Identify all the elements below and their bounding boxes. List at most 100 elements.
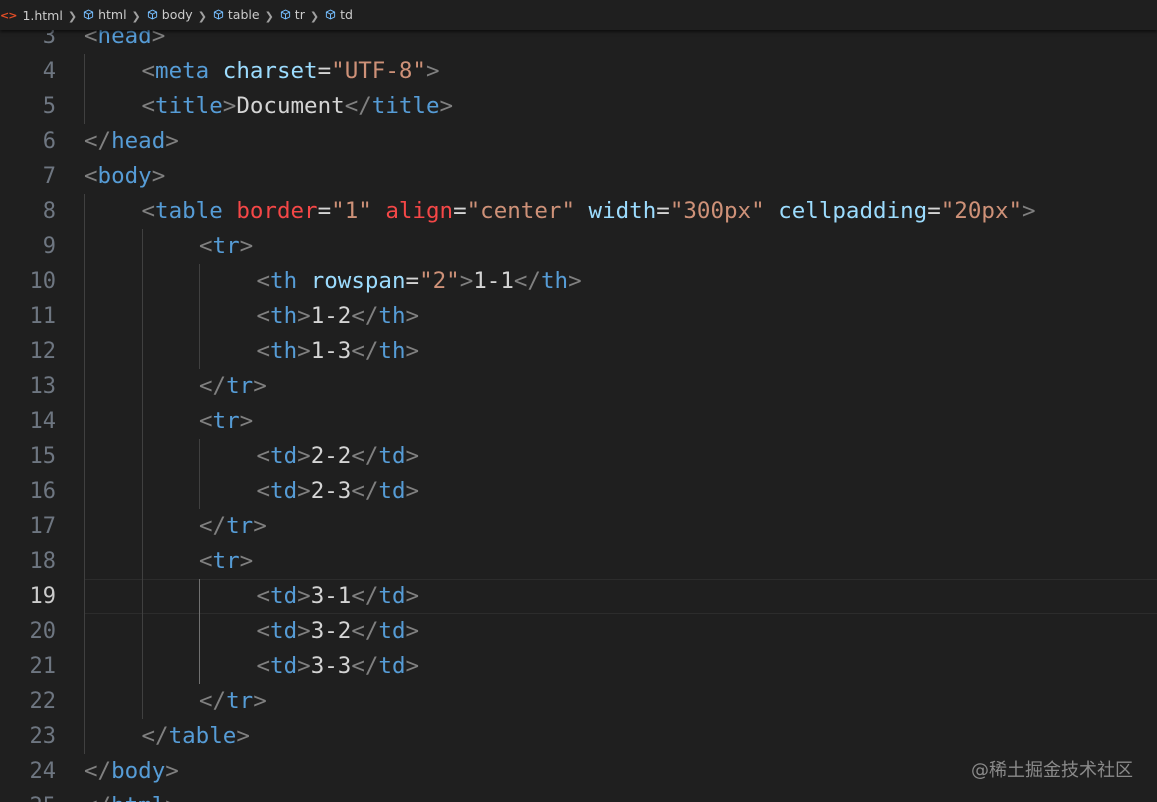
breadcrumb-item-body[interactable]: body [141,7,193,22]
line-number[interactable]: 20 [30,614,57,649]
line-number[interactable]: 12 [30,334,57,369]
code-token: < [84,163,98,189]
code-token: tr [212,233,240,259]
line-number[interactable]: 14 [30,404,57,439]
code-line[interactable]: <tr> [199,229,253,264]
line-number[interactable]: 19 [30,579,57,614]
line-number[interactable]: 5 [43,89,56,124]
indent-guide [84,194,85,754]
code-line[interactable]: <body> [84,159,165,194]
code-line[interactable]: <th rowspan="2">1-1</th> [257,264,582,299]
code-token: = [453,198,467,224]
code-token: > [236,723,250,749]
code-token: td [378,618,406,644]
code-token: < [141,198,156,224]
code-token: td [270,583,298,609]
code-token: > [405,338,420,364]
line-number[interactable]: 9 [43,229,56,264]
code-line[interactable]: </tr> [199,369,267,404]
code-line[interactable]: <tr> [199,544,253,579]
line-number[interactable]: 18 [30,544,57,579]
line-number[interactable]: 22 [30,684,57,719]
line-number[interactable]: 4 [43,54,56,89]
code-line[interactable]: <th>1-3</th> [257,334,420,369]
code-line[interactable]: <td>3-2</td> [257,614,420,649]
line-number[interactable]: 21 [30,649,57,684]
chevron-right-icon: ❯ [131,10,141,23]
indent-guide [141,229,143,719]
code-token: </ [513,268,541,294]
code-line[interactable]: <td>2-2</td> [257,439,420,474]
symbol-element-icon [213,9,224,20]
code-line[interactable]: <td>2-3</td> [257,474,420,509]
chevron-right-icon: ❯ [197,10,207,23]
breadcrumb-file[interactable]: <> 1.html [0,8,63,23]
code-token: > [165,128,179,154]
code-token: td [270,653,298,679]
line-number[interactable]: 24 [30,754,57,789]
code-token: > [439,93,454,119]
breadcrumb-item-td[interactable]: td [319,7,353,22]
code-token: > [253,513,267,539]
code-line[interactable]: </table> [142,719,250,754]
code-token: th [270,268,298,294]
code-token: > [297,653,311,679]
line-number-gutter[interactable]: 345678910111213141516171819202122232425 [0,0,80,802]
html-file-icon: <> [0,8,17,22]
line-number[interactable]: 16 [30,474,57,509]
code-token: > [568,268,582,294]
code-token: </ [351,618,379,644]
code-line[interactable]: <td>3-1</td> [257,579,420,614]
code-token: table [155,198,223,224]
code-editor[interactable]: <> 1.html ❯ html ❯ body ❯ table ❯ tr ❯ td 3456789… [0,0,1157,802]
breadcrumb-item-label: tr [294,7,305,22]
code-token: rowspan [310,268,406,294]
code-token: th [540,268,569,294]
code-token: > [297,618,311,644]
code-token: td [378,583,406,609]
line-number[interactable]: 11 [30,299,57,334]
code-token: > [405,583,420,609]
code-line[interactable]: <table border="1" align="center" width="… [142,194,1036,229]
indent-guide [199,439,200,509]
breadcrumb-item-tr[interactable]: tr [274,7,305,22]
code-line[interactable]: </body> [84,754,179,789]
code-line[interactable]: </html> [84,789,179,802]
line-number[interactable]: 17 [30,509,57,544]
code-line[interactable]: <th>1-2</th> [257,299,420,334]
code-line[interactable]: </tr> [199,509,267,544]
code-token: "1" [331,198,372,224]
breadcrumb-item-label: html [98,7,127,22]
code-token: </ [84,128,112,154]
line-number[interactable]: 7 [43,159,56,194]
code-line[interactable]: <meta charset="UTF-8"> [142,54,440,89]
line-number[interactable]: 15 [30,439,57,474]
code-token: tr [212,408,240,434]
code-token: = [317,58,332,84]
code-token: td [270,443,298,469]
breadcrumb-item-table[interactable]: table [207,7,260,22]
code-token: > [405,443,420,469]
code-token: </ [199,688,227,714]
line-number[interactable]: 8 [43,194,56,229]
line-number[interactable]: 10 [30,264,57,299]
breadcrumb: <> 1.html ❯ html ❯ body ❯ table ❯ tr ❯ td [0,0,1157,30]
line-number[interactable]: 6 [43,124,56,159]
code-token: td [270,478,298,504]
code-line[interactable]: <title>Document</title> [142,89,454,124]
code-token: > [405,303,420,329]
line-number[interactable]: 13 [30,369,57,404]
breadcrumb-item-html[interactable]: html [77,7,127,22]
line-number[interactable]: 25 [30,789,57,802]
code-token: 2-2 [310,443,352,469]
code-line[interactable]: </head> [84,124,179,159]
code-line[interactable]: <td>3-3</td> [257,649,420,684]
code-token: < [141,58,156,84]
code-line[interactable]: </tr> [199,684,267,719]
code-token: = [656,198,670,224]
code-token: < [256,618,271,644]
code-line[interactable]: <tr> [199,404,253,439]
code-token: 2-3 [310,478,352,504]
line-number[interactable]: 23 [30,719,57,754]
